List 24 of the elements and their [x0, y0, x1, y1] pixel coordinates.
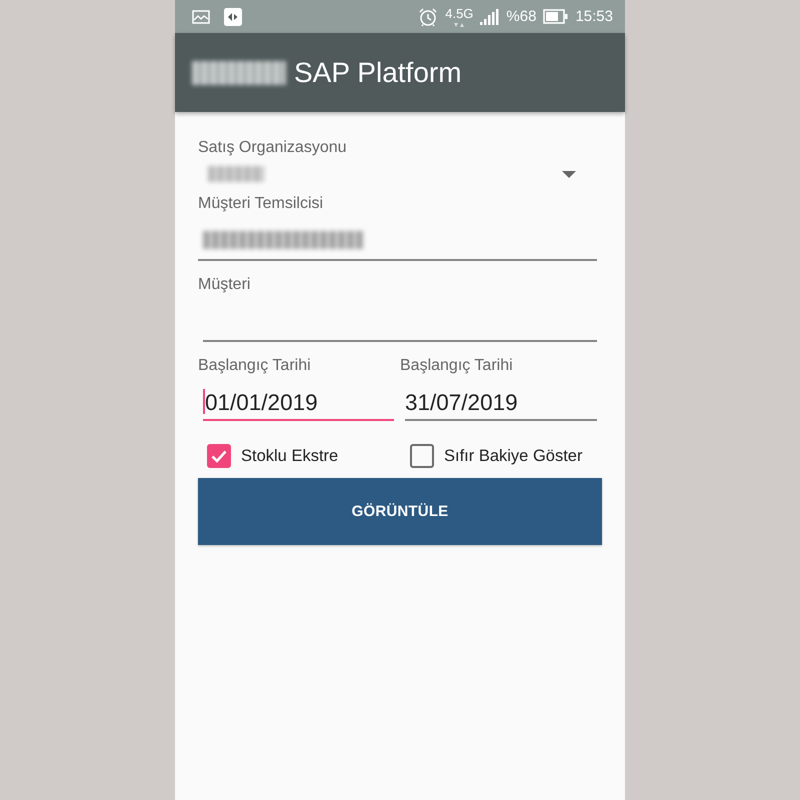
checkbox-label[interactable]: Stoklu Ekstre [241, 446, 338, 466]
battery-icon [543, 9, 568, 24]
arrows-tile-icon [224, 8, 242, 26]
field-label: Başlangıç Tarihi [400, 356, 514, 375]
checkbox-label[interactable]: Sıfır Bakiye Göster [444, 446, 582, 466]
image-icon [192, 10, 210, 24]
field-label: Başlangıç Tarihi [198, 356, 312, 375]
clock-time: 15:53 [575, 8, 613, 24]
date-field[interactable]: 31/07/2019 [405, 379, 597, 421]
signal-icon [480, 8, 500, 24]
field-label: Müşteri [198, 275, 252, 294]
battery-percent: %68 [506, 8, 536, 24]
data-activity-icon [453, 23, 466, 27]
view-button[interactable]: GÖRÜNTÜLE [198, 478, 602, 545]
field-label: Satış Organizasyonu [198, 138, 348, 157]
network-type: 4.5G [445, 6, 474, 22]
check-icon [211, 450, 227, 462]
alarm-clock-icon [418, 6, 438, 26]
caret-icon [562, 170, 576, 178]
checkbox[interactable] [207, 444, 231, 468]
checkbox[interactable] [410, 444, 434, 468]
app-title: SAP Platform [294, 56, 462, 88]
field-label: Müşteri Temsilcisi [198, 194, 324, 213]
date-field[interactable]: 01/01/2019 [203, 379, 394, 421]
